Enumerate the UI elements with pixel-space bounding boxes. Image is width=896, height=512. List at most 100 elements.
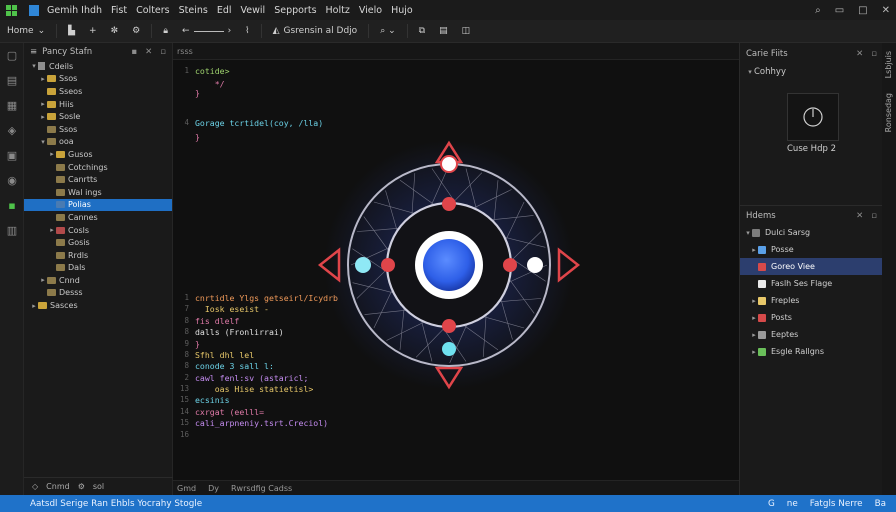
search-icon[interactable]: ⌕ ⌄ [373, 26, 402, 36]
status-right-3[interactable]: Ba [875, 499, 886, 509]
split-icon[interactable]: ◫ [455, 26, 478, 36]
copy-icon[interactable]: ⧉ [412, 26, 432, 36]
menu-item-3[interactable]: Steins [179, 5, 217, 16]
code-line[interactable]: 15 ecsinis [173, 394, 230, 405]
chevron-down-icon[interactable]: ▾ [39, 138, 47, 146]
code-line[interactable]: 9} [173, 338, 199, 349]
footer-label-0[interactable]: Cnmd [46, 482, 70, 491]
tree-item[interactable]: ▸ Cnnd [24, 274, 172, 287]
menu-item-9[interactable]: Hujo [391, 5, 422, 16]
tree-item[interactable]: Rrdls [24, 249, 172, 262]
chevron-down-icon[interactable]: ▾ [744, 229, 752, 237]
tree-item[interactable]: Desss [24, 287, 172, 300]
new-folder-icon[interactable]: ▪ [131, 47, 137, 57]
tree-item[interactable]: ▾ ooa [24, 136, 172, 149]
tree-item[interactable]: Cotchings [24, 161, 172, 174]
menu-item-0[interactable]: Gemih Ihdh [47, 5, 111, 16]
terminal-icon[interactable]: ◇ [32, 482, 38, 491]
document-icon[interactable]: ▤ [0, 68, 24, 93]
layer-item[interactable]: Faslh Ses Flage [740, 275, 883, 292]
chevron-right-icon[interactable]: ▸ [39, 276, 47, 284]
chevron-right-icon[interactable]: ▸ [750, 331, 758, 339]
panel-icon[interactable]: ▫ [160, 47, 166, 57]
status-right-2[interactable]: Fatgls Nerre [810, 499, 863, 509]
tree-item[interactable]: ▾ Cdeils [24, 60, 172, 73]
layer-item[interactable]: ▸ Posts [740, 309, 883, 326]
layer-item[interactable]: ▸ Posse [740, 241, 883, 258]
chevron-right-icon[interactable]: ▸ [39, 100, 47, 108]
chevron-right-icon[interactable]: ▸ [30, 302, 38, 310]
menu-item-4[interactable]: Edl [217, 5, 241, 16]
debug-icon[interactable]: ▣ [0, 143, 24, 168]
tree-item[interactable]: ▸ Sasces [24, 299, 172, 312]
home-button[interactable]: Home ⌄ [0, 26, 52, 36]
editor-status-0[interactable]: Gmd [177, 484, 196, 493]
chevron-right-icon[interactable]: ▸ [39, 113, 47, 121]
panel-icon[interactable]: ▤ [432, 26, 455, 36]
gear-icon[interactable]: ✼ [104, 26, 126, 36]
preview-subheader[interactable]: ▾ Cohhyy [740, 65, 883, 79]
tree-item[interactable]: Polias [24, 198, 172, 212]
save-icon[interactable]: ▙ [61, 26, 82, 36]
chevron-down-icon[interactable]: ▾ [30, 62, 38, 70]
code-line[interactable]: 7 Iosk eseist - [173, 303, 268, 314]
code-line[interactable]: 8 conode 3 sall l: [173, 360, 273, 371]
strip-label-1[interactable]: Ronsedag [884, 93, 893, 132]
code-line[interactable]: 8 Sfhl dhl lel [173, 349, 254, 360]
layer-item[interactable]: Goreo Viee [740, 258, 883, 275]
tree-item[interactable]: ▸ Ssos [24, 73, 172, 86]
code-line[interactable]: 15 cali_arpneniy.tsrt.Creciol) [173, 417, 328, 428]
tree-item[interactable]: Dals [24, 262, 172, 275]
more-icon[interactable]: ⌇ [238, 26, 256, 36]
chevron-right-icon[interactable]: ▸ [750, 314, 758, 322]
tree-item[interactable]: ▸ Sosle [24, 110, 172, 123]
code-line[interactable]: } [173, 87, 200, 98]
code-line[interactable]: 13 oas Hise statietisl> [173, 383, 313, 394]
code-line[interactable]: } [173, 131, 200, 142]
close-icon[interactable]: ✕ [145, 47, 152, 57]
maximize-icon[interactable]: □ [858, 5, 867, 16]
code-line[interactable]: 4 Gorage tcrtidel(coy, /lla) [173, 117, 323, 128]
tree-item[interactable]: ▸ Gusos [24, 148, 172, 161]
code-line[interactable]: 8 dalls (Fronlirrai) [173, 326, 283, 337]
tree-item[interactable]: Wal ings [24, 186, 172, 199]
tree-item[interactable]: Sseos [24, 85, 172, 98]
layer-item[interactable]: ▾ Dulci Sarsg [740, 224, 883, 241]
layer-item[interactable]: ▸ Freples [740, 292, 883, 309]
status-right-0[interactable]: G [768, 499, 775, 509]
gear-icon[interactable]: ⚙ [78, 482, 85, 491]
build-button[interactable]: ◭ Gsrensin al Ddjo [266, 26, 365, 36]
layers-icon[interactable]: ▥ [0, 218, 24, 243]
code-line[interactable]: 16 [173, 429, 195, 440]
panel-icon[interactable]: ▫ [871, 211, 877, 221]
code-line[interactable]: 8 fis dlelf [173, 315, 239, 326]
menu-item-8[interactable]: Vielo [359, 5, 391, 16]
code-line[interactable]: 1 cotide> [173, 65, 229, 76]
close-icon[interactable]: ✕ [856, 211, 863, 221]
lock-icon[interactable]: 🔒︎ [156, 26, 175, 36]
restore-icon[interactable]: ▭ [835, 5, 844, 16]
tree-item[interactable]: ▸ Cosls [24, 224, 172, 237]
back-forward-control[interactable]: ← › [175, 26, 238, 36]
chevron-right-icon[interactable]: ▸ [48, 150, 56, 158]
close-icon[interactable]: ✕ [856, 49, 863, 59]
grid-icon[interactable]: ▦ [0, 93, 24, 118]
explorer-menu-icon[interactable]: ≡ [30, 47, 37, 57]
tree-item[interactable]: Ssos [24, 123, 172, 136]
preview-thumbnail[interactable] [787, 93, 839, 141]
close-icon[interactable]: ✕ [882, 5, 890, 16]
search-icon[interactable]: ⌕ [815, 5, 821, 16]
strip-label-0[interactable]: Lsbjuis [884, 51, 893, 78]
layer-item[interactable]: ▸ Esgle Rallgns [740, 343, 883, 360]
files-icon[interactable]: ▢ [0, 43, 24, 68]
status-left[interactable]: Aatsdl Serige Ran Ehbls Yocrahy Stogle [0, 499, 202, 509]
chevron-right-icon[interactable]: ▸ [750, 246, 758, 254]
menu-item-5[interactable]: Vewil [241, 5, 275, 16]
editor-status-1[interactable]: Dy [208, 484, 219, 493]
editor-tab[interactable]: rsss [173, 43, 739, 60]
code-line[interactable] [173, 104, 195, 115]
menu-item-7[interactable]: Holtz [326, 5, 359, 16]
menu-item-1[interactable]: Fist [111, 5, 136, 16]
code-line[interactable]: 14 cxrgat (eelll= [173, 406, 264, 417]
code-line[interactable]: 2 cawl fenl:sv (astaricl; [173, 372, 308, 383]
